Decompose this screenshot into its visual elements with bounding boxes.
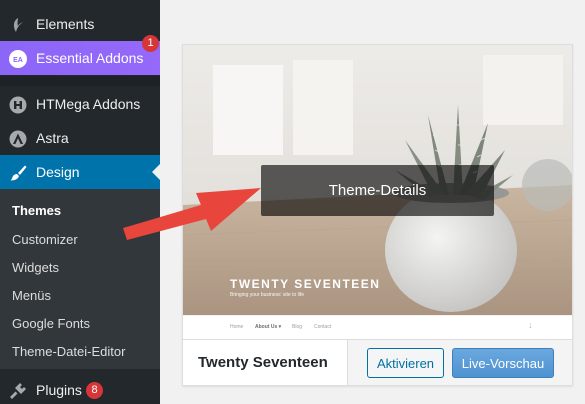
plugin-icon xyxy=(8,381,27,400)
theme-name: Twenty Seventeen xyxy=(198,354,328,371)
submenu-item-theme-editor[interactable]: Theme-Datei-Editor xyxy=(12,344,125,359)
theme-card-footer: Twenty Seventeen Aktivieren Live-Vorscha… xyxy=(183,339,572,385)
essential-addons-icon: EA xyxy=(8,49,27,68)
sidebar-item-htmega-addons[interactable]: HTMega Addons xyxy=(0,87,160,121)
wp-admin-screen: Elements EA Essential Addons 1 HTMega Ad… xyxy=(0,0,585,404)
svg-text:EA: EA xyxy=(13,57,23,64)
menu-separator xyxy=(0,76,160,86)
submenu-item-customizer[interactable]: Customizer xyxy=(12,232,78,247)
paintbrush-icon xyxy=(8,163,27,182)
update-count-badge: 8 xyxy=(86,382,103,399)
sidebar-item-plugins[interactable]: Plugins xyxy=(0,373,160,404)
sidebar-item-essential-addons[interactable]: EA Essential Addons xyxy=(0,41,160,75)
elementor-icon xyxy=(8,15,27,34)
activate-button[interactable]: Aktivieren xyxy=(367,348,444,378)
submenu-item-google-fonts[interactable]: Google Fonts xyxy=(12,316,90,331)
sidebar-item-label: HTMega Addons xyxy=(36,96,141,112)
live-preview-button[interactable]: Live-Vorschau xyxy=(452,348,554,378)
submenu-item-themes[interactable]: Themes xyxy=(12,203,61,218)
astra-icon xyxy=(8,129,27,148)
theme-actions: Aktivieren Live-Vorschau xyxy=(347,340,572,385)
annotation-arrow-icon xyxy=(123,188,261,240)
submenu-item-widgets[interactable]: Widgets xyxy=(12,260,59,275)
sidebar-item-label: Elements xyxy=(36,16,95,32)
sidebar-item-label: Plugins xyxy=(36,382,82,398)
htmega-icon xyxy=(8,95,27,114)
theme-details-button[interactable]: Theme-Details xyxy=(261,165,494,216)
sidebar-item-label: Essential Addons xyxy=(36,50,144,66)
sidebar-item-label: Design xyxy=(36,164,80,180)
sidebar-item-elements[interactable]: Elements xyxy=(0,7,160,41)
sidebar-item-astra[interactable]: Astra xyxy=(0,121,160,155)
submenu-item-menus[interactable]: Menüs xyxy=(12,288,51,303)
update-count-badge: 1 xyxy=(142,35,159,52)
sidebar-item-label: Astra xyxy=(36,130,69,146)
